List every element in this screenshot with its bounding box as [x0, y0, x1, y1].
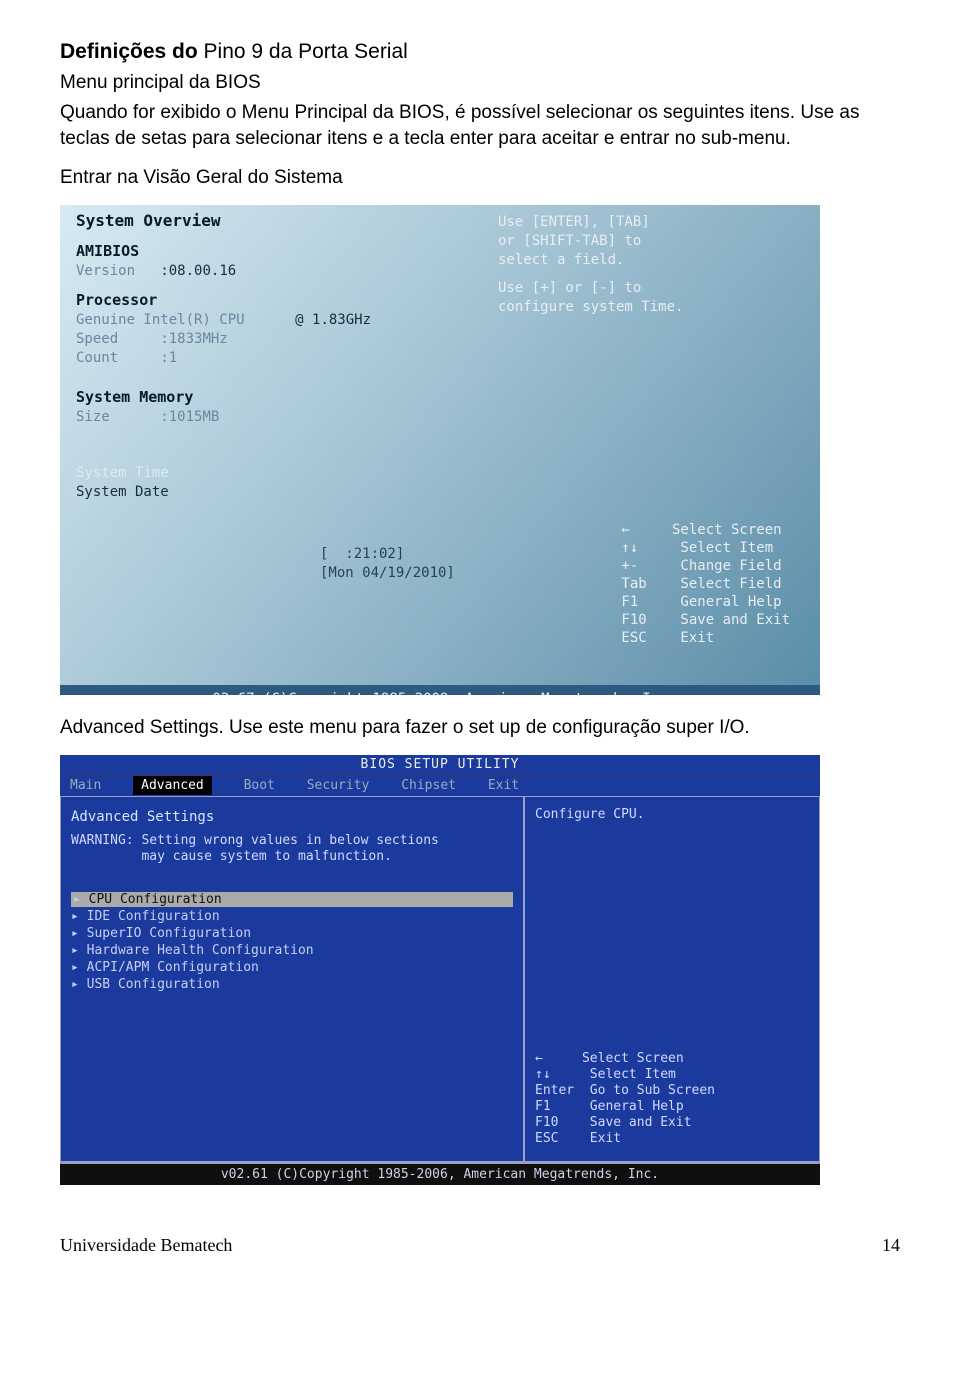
menu-usb-config[interactable]: ▸ USB Configuration — [71, 977, 513, 992]
nav-1: ← Select Screen — [621, 522, 790, 538]
help-1: Use [ENTER], [TAB] — [498, 214, 798, 230]
count-value: :1 — [160, 350, 177, 366]
heading-bold: Definições do — [60, 40, 204, 63]
time-label: System Time — [76, 465, 169, 481]
menu-cpu-config[interactable]: ▸ CPU Configuration — [71, 892, 513, 907]
size-label: Size — [76, 409, 110, 425]
menu-acpi-apm[interactable]: ▸ ACPI/APM Configuration — [71, 960, 513, 975]
size-value: :1015MB — [160, 409, 219, 425]
menu-hardware-health[interactable]: ▸ Hardware Health Configuration — [71, 943, 513, 958]
footer-left: Universidade Bematech — [60, 1235, 232, 1256]
menu-line: Menu principal da BIOS — [60, 72, 900, 94]
nav2-5: F10 Save and Exit — [535, 1115, 809, 1130]
bios1-footer: v02.67 (C)Copyright 1985-2009, American … — [60, 685, 820, 695]
tab-chipset[interactable]: Chipset — [401, 778, 456, 793]
tab-main[interactable]: Main — [70, 778, 101, 793]
tab-security[interactable]: Security — [307, 778, 370, 793]
nav2-2: ↑↓ Select Item — [535, 1067, 809, 1082]
bios2-title: BIOS SETUP UTILITY — [60, 755, 820, 774]
speed-label: Speed — [76, 331, 118, 347]
version-value: :08.00.16 — [160, 263, 236, 279]
paragraph-1: Quando for exibido o Menu Principal da B… — [60, 100, 900, 151]
nav-5: F1 General Help — [621, 594, 790, 610]
warn-2: may cause system to malfunction. — [141, 849, 391, 864]
bios1-title: System Overview — [76, 211, 476, 230]
nav-7: ESC Exit — [621, 630, 790, 646]
tab-exit[interactable]: Exit — [488, 778, 519, 793]
proc-name: Genuine Intel(R) CPU — [76, 312, 245, 328]
time-value[interactable]: [ :21:02] — [320, 546, 455, 562]
date-value[interactable]: [Mon 04/19/2010] — [320, 565, 455, 581]
help-3: select a field. — [498, 252, 798, 268]
nav2-4: F1 General Help — [535, 1099, 809, 1114]
page-heading: Definições do Pino 9 da Porta Serial — [60, 40, 900, 64]
menu-superio-config[interactable]: ▸ SuperIO Configuration — [71, 926, 513, 941]
count-label: Count — [76, 350, 118, 366]
nav-2: ↑↓ Select Item — [621, 540, 790, 556]
proc-label: Processor — [76, 291, 476, 309]
menu-ide-config[interactable]: ▸ IDE Configuration — [71, 909, 513, 924]
bios2-menubar[interactable]: Main Advanced Boot Security Chipset Exit — [60, 774, 820, 796]
bios-advanced-screenshot: BIOS SETUP UTILITY Main Advanced Boot Se… — [60, 755, 820, 1185]
ami-label: AMIBIOS — [76, 242, 476, 260]
mem-label: System Memory — [76, 388, 476, 406]
nav2-6: ESC Exit — [535, 1131, 809, 1146]
help-4: Use [+] or [-] to — [498, 280, 798, 296]
nav2-3: Enter Go to Sub Screen — [535, 1083, 809, 1098]
paragraph-2: Entrar na Visão Geral do Sistema — [60, 165, 900, 191]
warn-label: WARNING: — [71, 833, 134, 848]
nav-6: F10 Save and Exit — [621, 612, 790, 628]
nav2-1: ← Select Screen — [535, 1051, 809, 1066]
nav-4: Tab Select Field — [621, 576, 790, 592]
heading-rest: Pino 9 da Porta Serial — [204, 40, 408, 63]
bios2-footer: v02.61 (C)Copyright 1985-2006, American … — [60, 1162, 820, 1185]
proc-freq: @ 1.83GHz — [295, 312, 371, 328]
help-5: configure system Time. — [498, 299, 798, 315]
version-label: Version — [76, 263, 135, 279]
speed-value: :1833MHz — [160, 331, 227, 347]
date-label: System Date — [76, 484, 169, 500]
bios-overview-screenshot: System Overview AMIBIOS Version :08.00.1… — [60, 205, 820, 695]
tab-advanced[interactable]: Advanced — [133, 776, 212, 795]
section-title: Advanced Settings — [71, 809, 513, 825]
warn-1: Setting wrong values in below sections — [141, 833, 438, 848]
footer-right: 14 — [882, 1235, 900, 1256]
nav-3: +- Change Field — [621, 558, 790, 574]
advanced-text: Advanced Settings. Use este menu para fa… — [60, 715, 900, 741]
help-2: or [SHIFT-TAB] to — [498, 233, 798, 249]
side-hint: Configure CPU. — [535, 807, 809, 822]
tab-boot[interactable]: Boot — [244, 778, 275, 793]
